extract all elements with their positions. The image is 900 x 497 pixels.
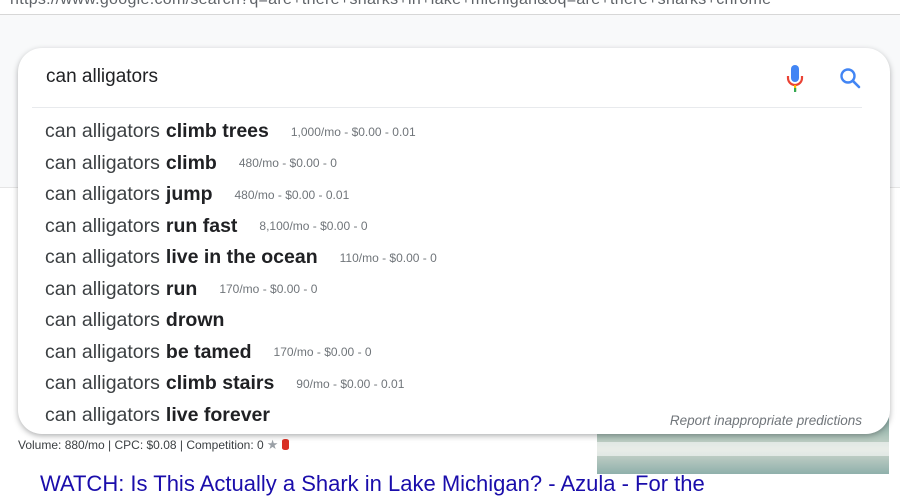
result-keyword-stats: Volume: 880/mo | CPC: $0.08 | Competitio… [18, 437, 290, 453]
search-icon[interactable] [838, 66, 862, 90]
suggestion-completion: climb [165, 151, 217, 174]
suggestion-item[interactable]: can alligators run fast 8,100/mo - $0.00… [45, 211, 437, 243]
suggestion-prefix: can alligators [45, 309, 160, 332]
suggestion-item[interactable]: can alligators be tamed 170/mo - $0.00 -… [45, 337, 437, 369]
suggestion-stats: 170/mo - $0.00 - 0 [273, 345, 372, 360]
suggestion-item[interactable]: can alligators run 170/mo - $0.00 - 0 [45, 274, 437, 306]
suggestion-completion: climb trees [165, 120, 269, 143]
suggestion-completion: jump [165, 183, 213, 206]
suggestion-prefix: can alligators [45, 403, 160, 426]
suggestion-prefix: can alligators [45, 277, 160, 300]
suggestion-stats: 90/mo - $0.00 - 0.01 [296, 376, 405, 391]
suggestion-completion: live in the ocean [165, 246, 318, 269]
suggestion-prefix: can alligators [45, 120, 160, 143]
result-stats-text: Volume: 880/mo | CPC: $0.08 | Competitio… [18, 438, 264, 452]
suggestion-completion: climb stairs [165, 372, 275, 395]
suggestion-item[interactable]: can alligators drown [45, 305, 437, 337]
report-predictions-link[interactable]: Report inappropriate predictions [670, 413, 862, 428]
suggestion-item[interactable]: can alligators climb stairs 90/mo - $0.0… [45, 368, 437, 400]
search-input[interactable]: can alligators [46, 66, 158, 88]
suggestion-item[interactable]: can alligators jump 480/mo - $0.00 - 0.0… [45, 179, 437, 211]
star-icon[interactable]: ★ [267, 437, 279, 452]
suggestion-prefix: can alligators [45, 214, 160, 237]
suggestion-stats: 1,000/mo - $0.00 - 0.01 [290, 124, 416, 139]
suggestion-list: can alligators climb trees 1,000/mo - $0… [45, 116, 437, 431]
suggestion-completion: be tamed [165, 340, 252, 363]
suggestion-item[interactable]: can alligators climb trees 1,000/mo - $0… [45, 116, 437, 148]
suggestion-stats: 170/mo - $0.00 - 0 [219, 282, 318, 297]
suggestion-stats: 480/mo - $0.00 - 0.01 [234, 187, 350, 202]
suggestion-item[interactable]: can alligators live forever [45, 400, 437, 432]
address-bar[interactable]: https://www.google.com/search?q=are+ther… [0, 0, 900, 15]
suggestion-item[interactable]: can alligators climb 480/mo - $0.00 - 0 [45, 148, 437, 180]
microphone-icon[interactable] [786, 64, 804, 94]
suggestion-completion: run [165, 277, 198, 300]
suggestion-prefix: can alligators [45, 151, 160, 174]
suggestion-prefix: can alligators [45, 340, 160, 363]
suggestion-completion: drown [165, 309, 225, 332]
suggestion-item[interactable]: can alligators live in the ocean 110/mo … [45, 242, 437, 274]
database-icon[interactable] [282, 439, 290, 450]
suggestion-prefix: can alligators [45, 183, 160, 206]
suggestion-stats: 480/mo - $0.00 - 0 [238, 156, 337, 171]
suggestion-stats: 110/mo - $0.00 - 0 [339, 250, 437, 265]
suggestion-prefix: can alligators [45, 372, 160, 395]
address-bar-url: https://www.google.com/search?q=are+ther… [10, 0, 771, 9]
suggestion-completion: live forever [165, 403, 270, 426]
search-divider [32, 107, 862, 108]
search-box-with-suggestions: can alligators can alligators climb tree… [18, 48, 890, 434]
suggestion-completion: run fast [165, 214, 238, 237]
suggestion-stats: 8,100/mo - $0.00 - 0 [259, 219, 368, 234]
result-title-link[interactable]: WATCH: Is This Actually a Shark in Lake … [40, 471, 705, 497]
suggestion-prefix: can alligators [45, 246, 160, 269]
